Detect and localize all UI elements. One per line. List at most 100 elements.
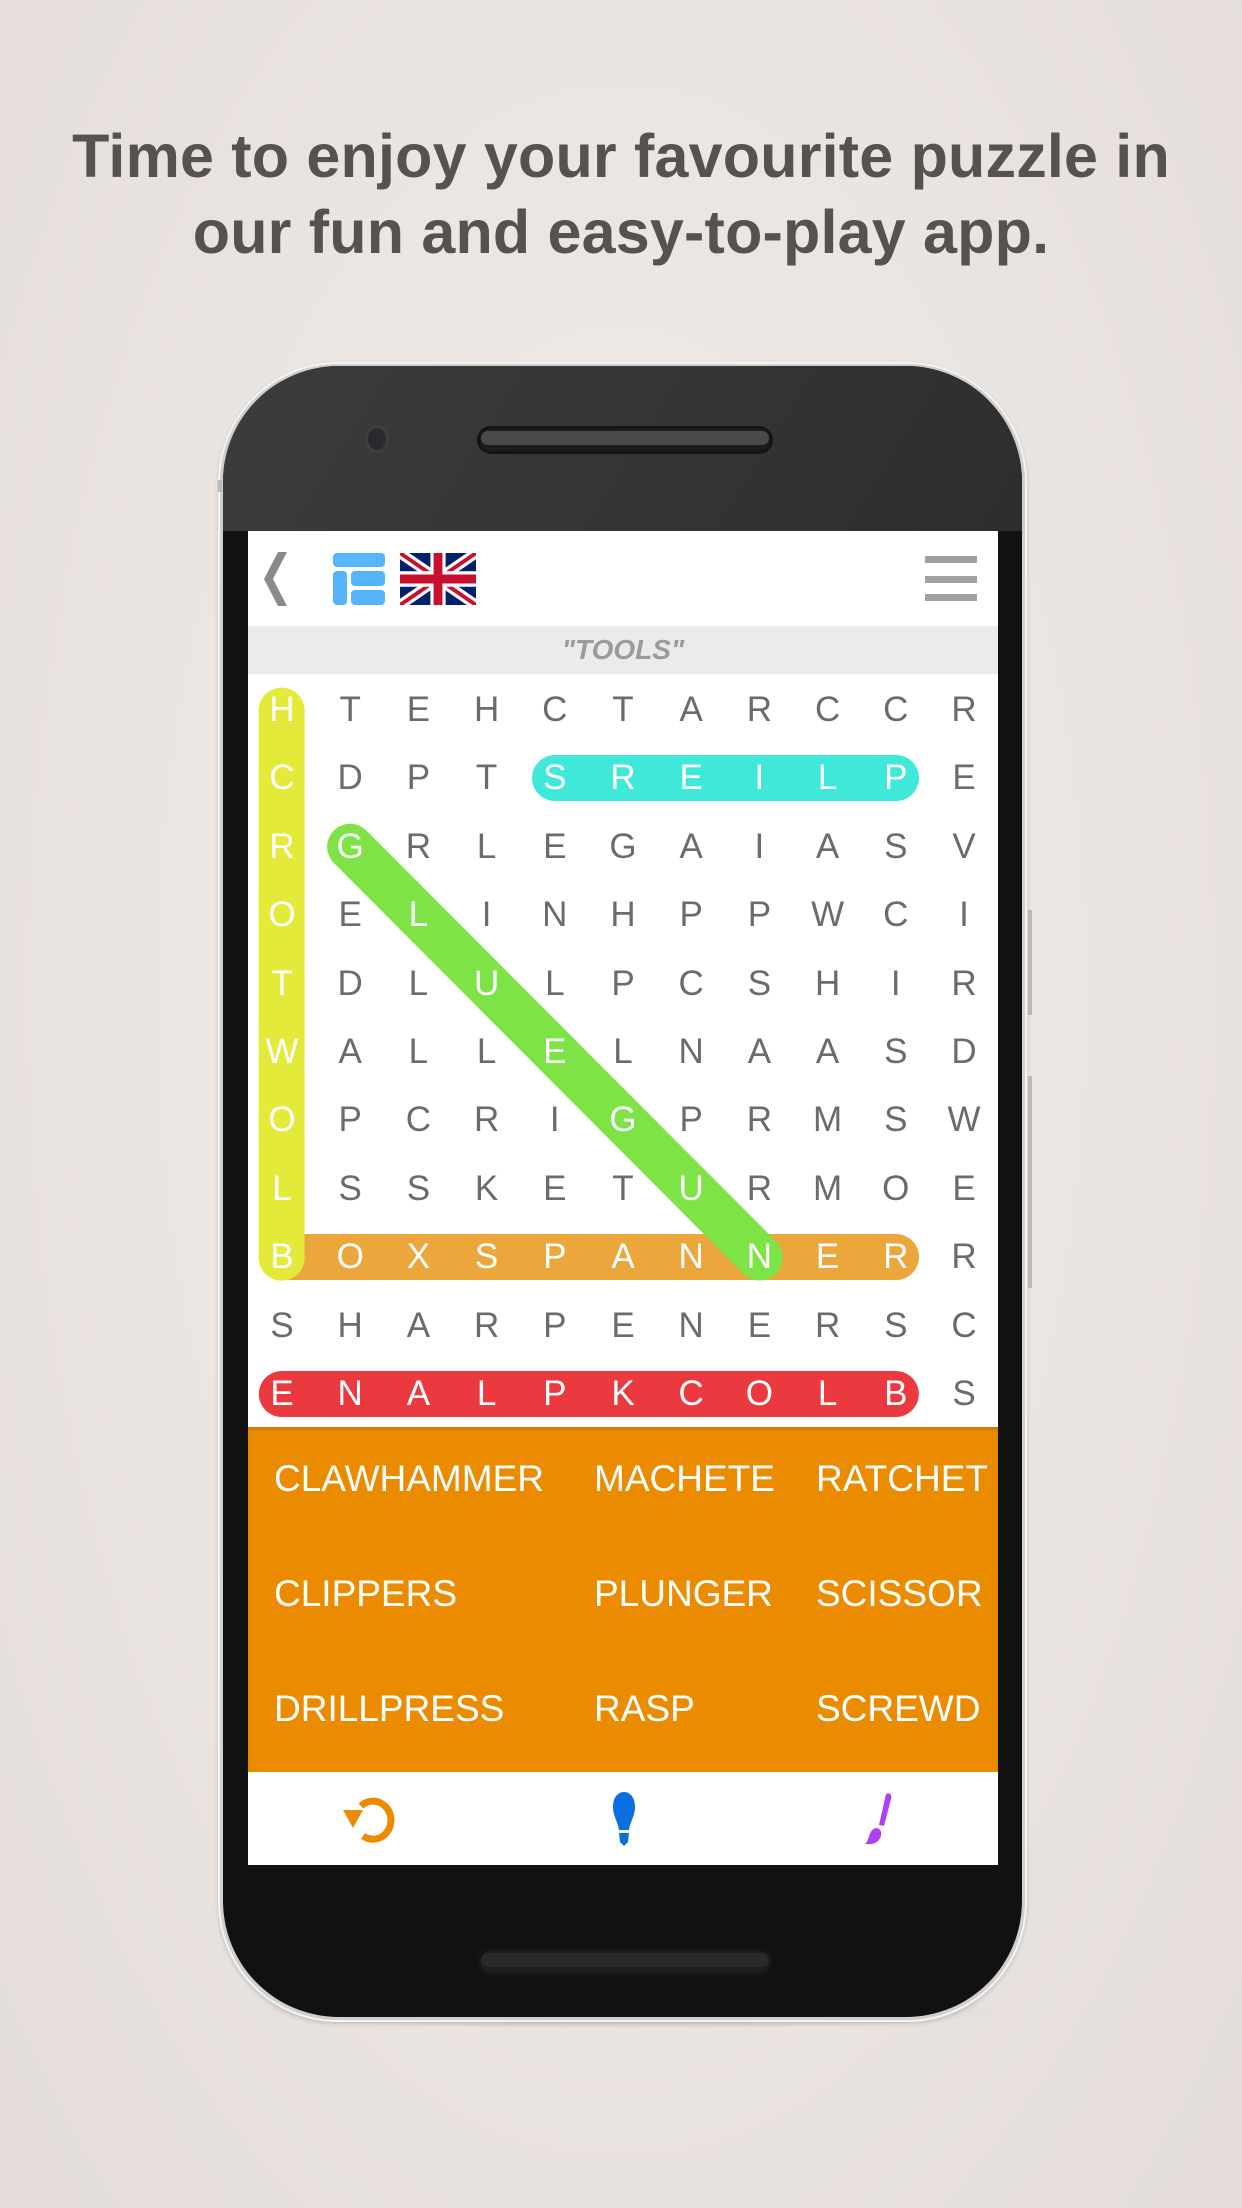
grid-cell[interactable]: X	[388, 1227, 448, 1287]
grid-cell[interactable]: A	[661, 817, 721, 877]
grid-cell[interactable]: I	[525, 1090, 585, 1150]
grid-cell[interactable]: P	[593, 954, 653, 1014]
grid-cell[interactable]: O	[252, 1090, 312, 1150]
hint-button[interactable]	[594, 1790, 654, 1848]
grid-cell[interactable]: R	[729, 1090, 789, 1150]
grid-cell[interactable]: L	[798, 1364, 858, 1424]
menu-button[interactable]	[925, 553, 977, 601]
grid-cell[interactable]: A	[798, 817, 858, 877]
theme-button[interactable]	[846, 1790, 906, 1848]
grid-cell[interactable]: E	[934, 748, 994, 808]
grid-cell[interactable]: P	[525, 1227, 585, 1287]
grid-cell[interactable]: E	[934, 1159, 994, 1219]
grid-cell[interactable]: A	[729, 1022, 789, 1082]
grid-cell[interactable]: R	[866, 1227, 926, 1287]
grid-cell[interactable]: G	[320, 817, 380, 877]
grid-cell[interactable]: A	[661, 680, 721, 740]
grid-cell[interactable]: T	[593, 1159, 653, 1219]
grid-cell[interactable]: R	[388, 817, 448, 877]
grid-cell[interactable]: E	[593, 1296, 653, 1356]
grid-cell[interactable]: K	[593, 1364, 653, 1424]
word-grid[interactable]: HTEHCTARCCRCDPTSREILPERGRLEGAIASVOELINHP…	[248, 674, 998, 1427]
layout-button[interactable]	[333, 553, 385, 605]
grid-cell[interactable]: R	[729, 680, 789, 740]
grid-cell[interactable]: C	[525, 680, 585, 740]
grid-cell[interactable]: A	[798, 1022, 858, 1082]
grid-cell[interactable]: L	[593, 1022, 653, 1082]
grid-cell[interactable]: H	[320, 1296, 380, 1356]
grid-cell[interactable]: S	[934, 1364, 994, 1424]
grid-cell[interactable]: S	[525, 748, 585, 808]
grid-cell[interactable]: S	[866, 1090, 926, 1150]
grid-cell[interactable]: L	[388, 954, 448, 1014]
grid-cell[interactable]: A	[388, 1296, 448, 1356]
grid-cell[interactable]: B	[252, 1227, 312, 1287]
grid-cell[interactable]: R	[593, 748, 653, 808]
grid-cell[interactable]: I	[729, 748, 789, 808]
grid-cell[interactable]: P	[866, 748, 926, 808]
grid-cell[interactable]: I	[457, 885, 517, 945]
grid-cell[interactable]: H	[798, 954, 858, 1014]
grid-cell[interactable]: C	[798, 680, 858, 740]
grid-cell[interactable]: R	[729, 1159, 789, 1219]
restart-button[interactable]	[341, 1790, 401, 1848]
grid-cell[interactable]: V	[934, 817, 994, 877]
grid-cell[interactable]: D	[934, 1022, 994, 1082]
grid-cell[interactable]: N	[661, 1022, 721, 1082]
grid-cell[interactable]: C	[934, 1296, 994, 1356]
grid-cell[interactable]: A	[388, 1364, 448, 1424]
language-button[interactable]	[397, 548, 479, 610]
grid-cell[interactable]: T	[457, 748, 517, 808]
grid-cell[interactable]: L	[457, 1364, 517, 1424]
grid-cell[interactable]: S	[866, 817, 926, 877]
grid-cell[interactable]: H	[457, 680, 517, 740]
grid-cell[interactable]: T	[593, 680, 653, 740]
grid-cell[interactable]: R	[934, 954, 994, 1014]
grid-cell[interactable]: P	[525, 1296, 585, 1356]
grid-cell[interactable]: S	[866, 1296, 926, 1356]
grid-cell[interactable]: E	[252, 1364, 312, 1424]
grid-cell[interactable]: L	[457, 817, 517, 877]
grid-cell[interactable]: C	[866, 680, 926, 740]
grid-cell[interactable]: E	[661, 748, 721, 808]
grid-cell[interactable]: P	[388, 748, 448, 808]
grid-cell[interactable]: A	[320, 1022, 380, 1082]
grid-cell[interactable]: R	[934, 1227, 994, 1287]
grid-cell[interactable]: G	[593, 1090, 653, 1150]
grid-cell[interactable]: L	[525, 954, 585, 1014]
grid-cell[interactable]: N	[729, 1227, 789, 1287]
grid-cell[interactable]: U	[661, 1159, 721, 1219]
grid-cell[interactable]: W	[934, 1090, 994, 1150]
grid-cell[interactable]: B	[866, 1364, 926, 1424]
grid-cell[interactable]: E	[525, 1159, 585, 1219]
grid-cell[interactable]: E	[525, 817, 585, 877]
grid-cell[interactable]: T	[320, 680, 380, 740]
grid-cell[interactable]: P	[525, 1364, 585, 1424]
grid-cell[interactable]: T	[252, 954, 312, 1014]
grid-cell[interactable]: N	[661, 1296, 721, 1356]
grid-cell[interactable]: S	[388, 1159, 448, 1219]
grid-cell[interactable]: S	[866, 1022, 926, 1082]
grid-cell[interactable]: W	[252, 1022, 312, 1082]
grid-cell[interactable]: E	[320, 885, 380, 945]
grid-cell[interactable]: I	[934, 885, 994, 945]
grid-cell[interactable]: E	[798, 1227, 858, 1287]
grid-cell[interactable]: I	[866, 954, 926, 1014]
grid-cell[interactable]: C	[388, 1090, 448, 1150]
grid-cell[interactable]: P	[661, 1090, 721, 1150]
grid-cell[interactable]: C	[252, 748, 312, 808]
grid-cell[interactable]: L	[798, 748, 858, 808]
grid-cell[interactable]: R	[252, 817, 312, 877]
grid-cell[interactable]: S	[457, 1227, 517, 1287]
grid-cell[interactable]: R	[457, 1090, 517, 1150]
grid-cell[interactable]: O	[252, 885, 312, 945]
grid-cell[interactable]: O	[320, 1227, 380, 1287]
grid-cell[interactable]: U	[457, 954, 517, 1014]
back-button[interactable]	[260, 551, 290, 607]
grid-cell[interactable]: H	[593, 885, 653, 945]
grid-cell[interactable]: E	[729, 1296, 789, 1356]
grid-cell[interactable]: L	[388, 885, 448, 945]
grid-cell[interactable]: E	[525, 1022, 585, 1082]
grid-cell[interactable]: S	[729, 954, 789, 1014]
grid-cell[interactable]: C	[661, 954, 721, 1014]
